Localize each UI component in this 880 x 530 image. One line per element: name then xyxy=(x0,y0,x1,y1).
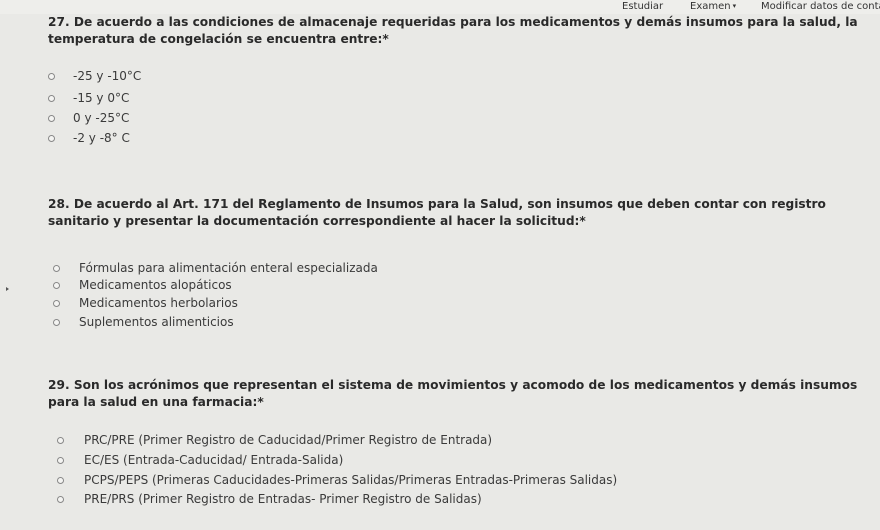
radio-button-icon[interactable] xyxy=(53,264,60,272)
option-label: Suplementos alimenticios xyxy=(79,315,234,329)
radio-button-icon[interactable] xyxy=(57,476,64,484)
mouse-pointer-icon xyxy=(6,287,9,291)
option-label: EC/ES (Entrada-Caducidad/ Entrada-Salida… xyxy=(84,453,344,467)
radio-button-icon[interactable] xyxy=(48,134,55,142)
option-label: Fórmulas para alimentación enteral espec… xyxy=(79,261,378,275)
option-label: 0 y -25°C xyxy=(73,111,130,125)
question-29-option[interactable]: EC/ES (Entrada-Caducidad/ Entrada-Salida… xyxy=(57,451,343,469)
option-label: -25 y -10°C xyxy=(73,69,142,83)
option-label: PCPS/PEPS (Primeras Caducidades-Primeras… xyxy=(84,473,618,487)
question-29-option[interactable]: PRC/PRE (Primer Registro de Caducidad/Pr… xyxy=(57,431,492,449)
radio-button-icon[interactable] xyxy=(57,495,64,503)
radio-button-icon[interactable] xyxy=(53,281,60,289)
radio-button-icon[interactable] xyxy=(48,114,55,122)
nav-modificar-datos-link[interactable]: Modificar datos de conta xyxy=(761,0,880,13)
radio-button-icon[interactable] xyxy=(57,436,64,444)
option-label: PRE/PRS (Primer Registro de Entradas- Pr… xyxy=(84,492,482,506)
radio-button-icon[interactable] xyxy=(57,456,64,464)
question-28-option[interactable]: Medicamentos alopáticos xyxy=(53,276,232,294)
question-28-text: 28. De acuerdo al Art. 171 del Reglament… xyxy=(48,197,826,228)
question-29-option[interactable]: PCPS/PEPS (Primeras Caducidades-Primeras… xyxy=(57,471,617,489)
question-27-option[interactable]: 0 y -25°C xyxy=(48,109,129,127)
radio-button-icon[interactable] xyxy=(48,94,55,102)
radio-button-icon[interactable] xyxy=(48,72,55,80)
question-27-text: 27. De acuerdo a las condiciones de alma… xyxy=(48,15,858,46)
nav-estudiar-link[interactable]: Estudiar xyxy=(622,0,663,13)
option-label: Medicamentos herbolarios xyxy=(79,296,238,310)
question-29-option[interactable]: PRE/PRS (Primer Registro de Entradas- Pr… xyxy=(57,490,482,508)
question-28-option[interactable]: Fórmulas para alimentación enteral espec… xyxy=(53,259,378,277)
question-27-option[interactable]: -15 y 0°C xyxy=(48,89,129,107)
radio-button-icon[interactable] xyxy=(53,318,60,326)
nav-examen-menu[interactable]: Examen ▾ xyxy=(690,0,736,13)
question-29-text: 29. Son los acrónimos que representan el… xyxy=(48,378,858,409)
top-nav-bar: Estudiar Examen ▾ Modificar datos de cont… xyxy=(0,0,880,14)
question-28-option[interactable]: Suplementos alimenticios xyxy=(53,313,234,331)
question-27-option[interactable]: -2 y -8° C xyxy=(48,129,130,147)
option-label: PRC/PRE (Primer Registro de Caducidad/Pr… xyxy=(84,433,493,447)
option-label: -15 y 0°C xyxy=(73,91,130,105)
radio-button-icon[interactable] xyxy=(53,299,60,307)
nav-examen-label: Examen xyxy=(690,1,731,12)
question-28-option[interactable]: Medicamentos herbolarios xyxy=(53,294,238,312)
chevron-down-icon: ▾ xyxy=(732,2,737,10)
question-27-option[interactable]: -25 y -10°C xyxy=(48,67,141,85)
option-label: Medicamentos alopáticos xyxy=(79,278,232,292)
option-label: -2 y -8° C xyxy=(73,131,130,145)
